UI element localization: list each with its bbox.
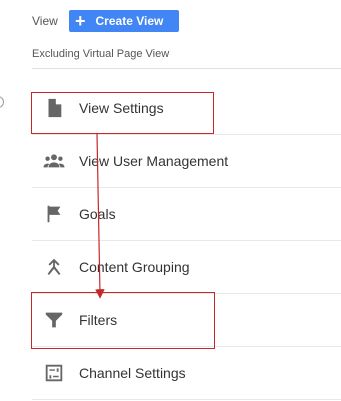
document-icon xyxy=(41,95,67,121)
menu-item-label: Filters xyxy=(79,312,118,328)
menu-item-label: View Settings xyxy=(79,100,164,116)
menu-item-goals[interactable]: Goals xyxy=(32,188,341,241)
menu-item-view-user-management[interactable]: View User Management xyxy=(32,135,341,188)
menu-item-channel-settings[interactable]: Channel Settings xyxy=(32,347,341,400)
menu-item-label: Channel Settings xyxy=(79,365,186,381)
people-icon xyxy=(41,148,67,174)
menu-item-label: View User Management xyxy=(79,153,229,169)
create-view-button[interactable]: + Create View xyxy=(69,10,179,32)
flag-icon xyxy=(41,201,67,227)
view-menu: View Settings View User Management Goals xyxy=(32,82,341,400)
menu-item-view-settings[interactable]: View Settings xyxy=(32,82,341,135)
menu-item-filters[interactable]: Filters xyxy=(32,294,341,347)
menu-item-label: Goals xyxy=(79,206,116,222)
menu-item-label: Content Grouping xyxy=(79,259,190,275)
view-admin-panel: View + Create View Excluding Virtual Pag… xyxy=(0,0,341,401)
collapse-handle-icon[interactable] xyxy=(0,96,4,108)
plus-icon: + xyxy=(75,11,86,31)
filter-icon xyxy=(41,307,67,333)
content-grouping-icon xyxy=(41,254,67,280)
menu-item-content-grouping[interactable]: Content Grouping xyxy=(32,241,341,294)
view-label: View xyxy=(32,14,58,28)
divider xyxy=(32,68,341,69)
create-view-label: Create View xyxy=(95,14,164,28)
channel-settings-icon xyxy=(41,360,67,386)
view-name: Excluding Virtual Page View xyxy=(32,48,170,60)
